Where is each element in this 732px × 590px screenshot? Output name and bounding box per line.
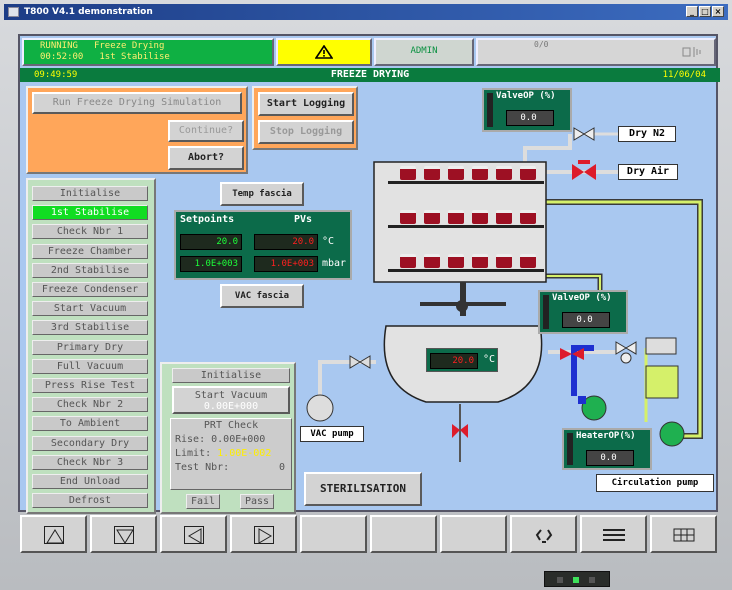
shelf [388,181,544,184]
list-icon [602,526,626,544]
vial [400,166,416,180]
right-triangle-icon [254,526,274,544]
function-key-10[interactable] [650,515,717,553]
maximize-button[interactable]: □ [699,6,711,17]
vial [496,254,512,268]
vial [520,210,536,224]
vial [472,166,488,180]
app-icon [8,7,19,17]
valve1-level-bar [487,93,493,127]
vial [496,166,512,180]
vial [424,254,440,268]
function-key-2[interactable] [90,515,157,553]
function-key-9[interactable] [580,515,647,553]
shelf [388,269,544,272]
vac-pipe [318,360,322,396]
valve2-value[interactable]: 0.0 [562,312,610,328]
circulation-pump-icon[interactable] [659,421,685,447]
vial [400,254,416,268]
vial [424,166,440,180]
led-3 [589,577,595,583]
vial [448,254,464,268]
vac-pump-icon[interactable] [306,394,334,422]
function-key-8[interactable] [510,515,577,553]
valve2-panel: ValveOP (%) 0.0 [538,290,628,334]
function-key-3[interactable] [160,515,227,553]
function-key-7[interactable] [440,515,507,553]
vial [448,166,464,180]
valve2-level-bar [543,295,549,329]
led-power [573,577,579,583]
monitor-led-panel [544,571,610,587]
dry-air-label: Dry Air [618,164,678,180]
left-triangle-icon [184,526,204,544]
valve1-title: ValveOP (%) [496,91,556,101]
minimize-button[interactable]: _ [686,6,698,17]
up-triangle-icon [44,526,64,544]
drain-valve[interactable] [460,424,468,438]
circulation-pump-label: Circulation pump [596,474,714,492]
heater-title: HeaterOP(%) [576,431,636,441]
grid-icon [672,526,696,544]
vial [520,166,536,180]
down-triangle-icon [114,526,134,544]
heat-exchanger [645,337,677,355]
vac-valve[interactable] [359,355,371,369]
function-key-1[interactable] [20,515,87,553]
window-title: T800 V4.1 demonstration [24,7,153,17]
shelf-area [374,162,546,282]
chamber-temp-box: 20.0 °C [426,348,498,372]
valve1-panel: ValveOP (%) 0.0 [482,88,572,132]
function-key-4[interactable] [230,515,297,553]
vial [520,254,536,268]
close-button[interactable]: × [712,6,724,17]
heater-level-bar [567,433,573,465]
shelf [388,225,544,228]
vial [472,210,488,224]
hmi-screen: RUNNING Freeze Drying 00:52:00 1st Stabili… [18,34,720,514]
led-1 [557,577,563,583]
vial [448,210,464,224]
dry-air-valve[interactable] [584,164,596,180]
vial [472,254,488,268]
window-titlebar: T800 V4.1 demonstration _ □ × [4,4,728,20]
vac-pump-label: VAC pump [300,426,364,442]
chamber-temp-display: 20.0 [430,353,478,369]
heater-value[interactable]: 0.0 [586,450,634,466]
heater-tank [645,365,679,399]
function-key-5[interactable] [300,515,367,553]
heater-panel: HeaterOP(%) 0.0 [562,428,652,470]
dry-n2-label: Dry N2 [618,126,676,142]
function-key-6[interactable] [370,515,437,553]
vial [496,210,512,224]
recycle-icon [534,526,554,544]
n2-pipe [523,134,572,162]
chamber-temp-unit: °C [483,354,496,365]
vial [400,210,416,224]
vial [424,210,440,224]
valve1-value[interactable]: 0.0 [506,110,554,126]
valve2-title: ValveOP (%) [552,293,612,303]
